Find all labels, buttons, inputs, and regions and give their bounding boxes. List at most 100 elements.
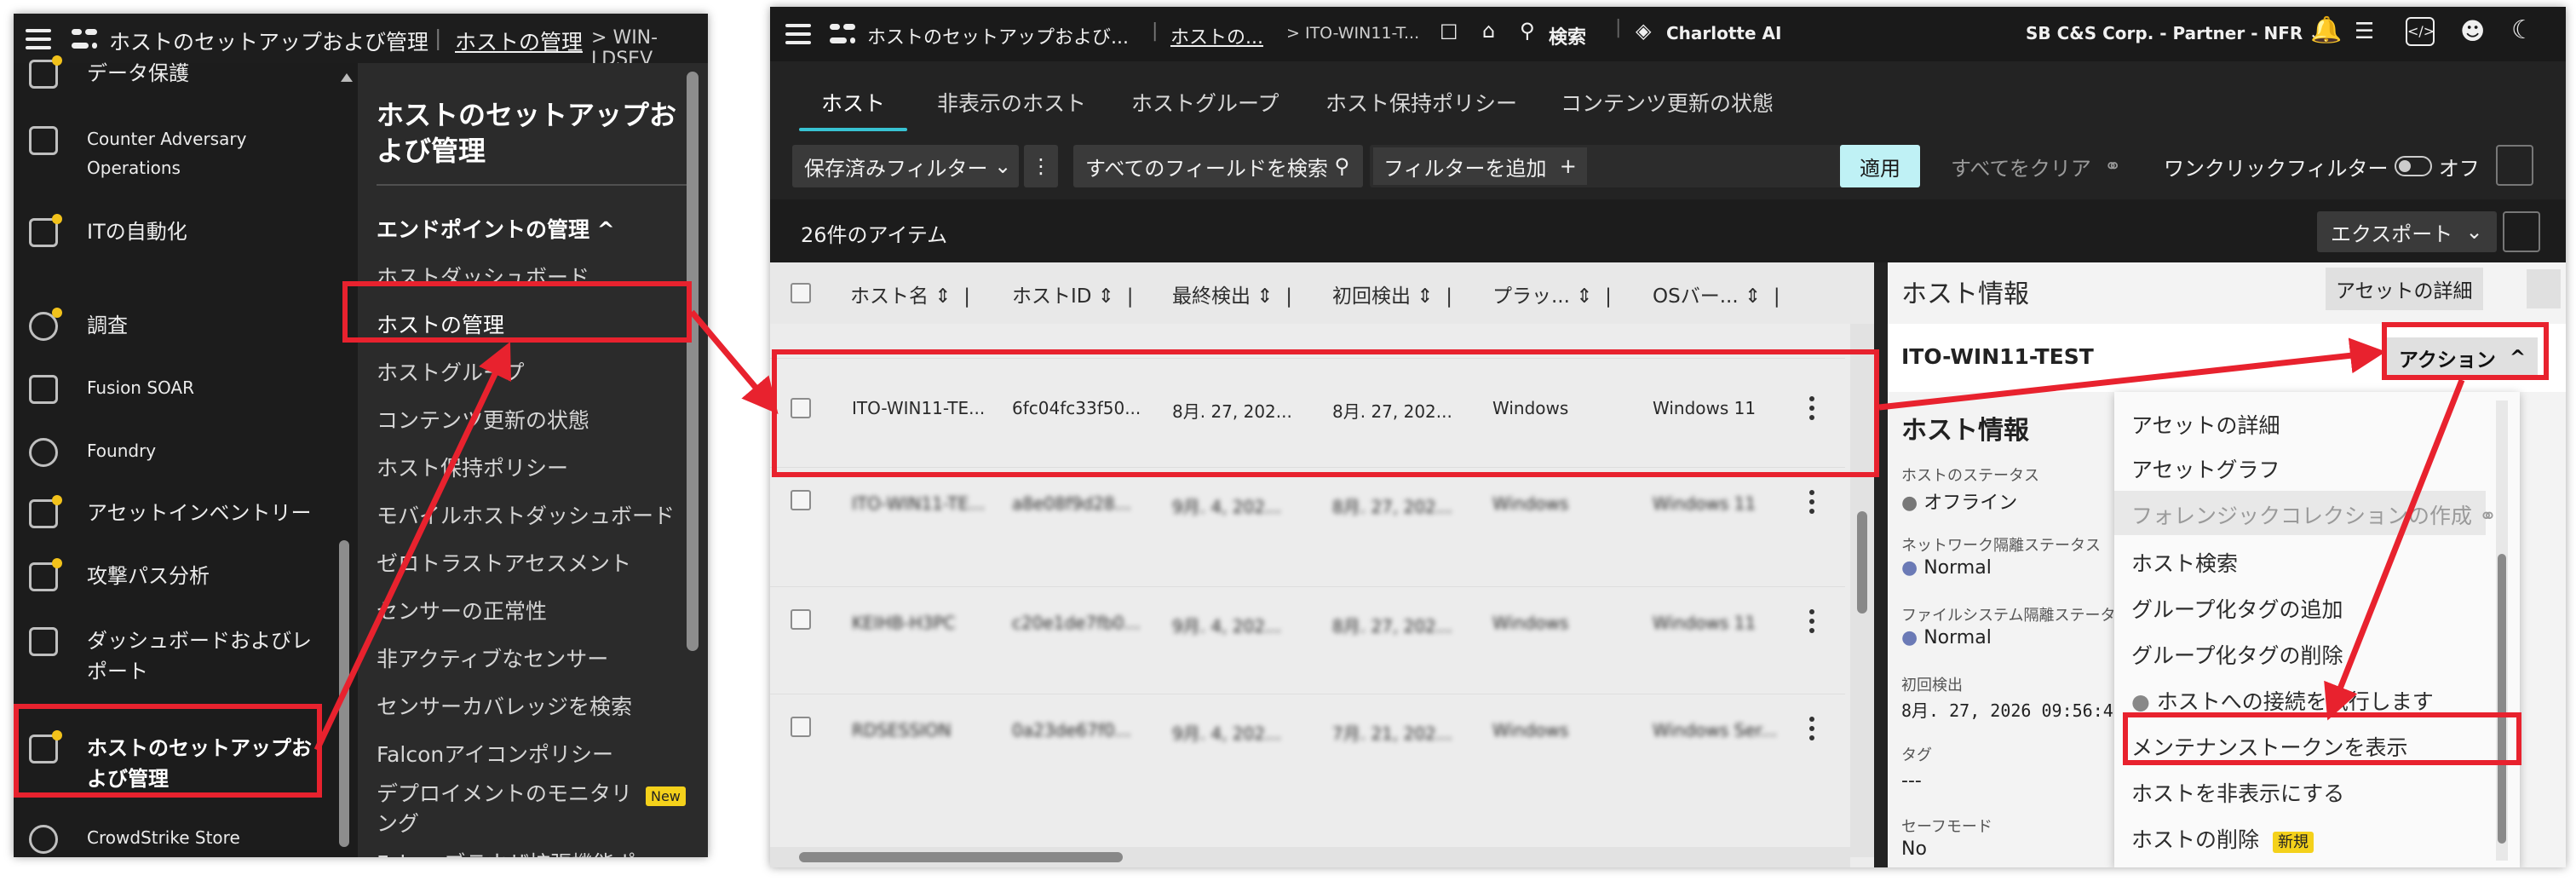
one-click-filter-toggle[interactable]: ワンクリックフィルター オフ (2152, 145, 2492, 187)
plus-icon: + (1559, 154, 1577, 178)
nav-item-counter-adversary[interactable]: Counter Adversary Operations (29, 124, 327, 189)
sub-item-sensor-coverage[interactable]: センサーカバレッジを検索 (377, 690, 632, 721)
table-horizontal-scrollbar[interactable] (770, 847, 1850, 867)
charlotte-ai-icon[interactable]: ◈ (1636, 19, 1651, 43)
menu-scrollbar[interactable] (2496, 400, 2508, 861)
menu-add-grouping-tag[interactable]: グループ化タグの追加 (2131, 593, 2343, 624)
row-checkbox[interactable] (791, 609, 811, 630)
row-actions-icon[interactable] (1809, 717, 1814, 745)
app-title: ホストのセットアップおよび管理 (109, 30, 429, 55)
sub-item-browser-extension[interactable]: Falconブラウザ拡張機能ポ (377, 847, 635, 857)
menu-delete-host[interactable]: ホストの削除 新規 (2131, 823, 2314, 854)
breadcrumb-link[interactable]: ホストの... (1170, 22, 1263, 49)
add-filter-button[interactable]: フィルターを追加 + (1370, 145, 1847, 187)
investigate-icon (29, 308, 62, 341)
search-all-fields-input[interactable]: すべてのフィールドを検索 ⚲ (1073, 145, 1363, 187)
menu-hide-host[interactable]: ホストを非表示にする (2131, 777, 2344, 808)
workspaces-icon[interactable]: ☰ (2355, 19, 2374, 44)
sub-item-host-management[interactable]: ホストの管理 (377, 308, 504, 339)
row-actions-icon[interactable] (1809, 396, 1814, 424)
row-checkbox[interactable] (791, 398, 811, 418)
scroll-up-icon[interactable] (341, 73, 353, 82)
row-actions-icon[interactable] (1809, 490, 1814, 518)
filesystem-containment-status: ● Normal (1901, 627, 1992, 648)
sub-item-mobile-dashboard[interactable]: モバイルホストダッシュボード (377, 499, 675, 530)
asset-details-button[interactable]: アセットの詳細 (2326, 268, 2483, 310)
clear-all-button[interactable]: すべてをクリア ⚭ (1939, 145, 2133, 187)
hamburger-menu-icon[interactable] (26, 29, 51, 49)
dark-mode-icon[interactable]: ☾ (2511, 15, 2534, 45)
sub-nav-scroll-thumb[interactable] (687, 72, 699, 651)
table-row[interactable]: ITO-WIN11-TE... 6fc04fc33f50... 8月. 27, … (770, 358, 1845, 460)
sub-item-host-dashboard[interactable]: ホストダッシュボード (377, 261, 589, 291)
table-row[interactable]: RDSESSION 0a23de67f0... 9月. 4, 202... 7月… (770, 694, 1845, 813)
dashboard-icon (29, 627, 58, 656)
saved-filters-dropdown[interactable]: 保存済みフィルター ⌄ (792, 145, 1019, 187)
tab-bar: ホスト 非表示のホスト ホストグループ ホスト保持ポリシー コンテンツ更新の状態 (770, 61, 2566, 131)
tab-hosts[interactable]: ホスト (798, 87, 908, 131)
hamburger-menu-icon[interactable] (785, 24, 811, 44)
home-icon[interactable]: ⌂ (1482, 19, 1495, 43)
row-checkbox[interactable] (791, 490, 811, 510)
section-endpoint-management[interactable]: エンドポイントの管理 ^ (377, 213, 615, 244)
column-header-last-seen[interactable]: 最終検出 ⇕ | (1172, 279, 1292, 308)
more-options-icon[interactable]: ⋮ (1024, 145, 1058, 187)
host-name: ITO-WIN11-TEST (1901, 344, 2094, 369)
table-hscroll-thumb[interactable] (799, 852, 1123, 862)
collapse-filters-icon[interactable] (2496, 145, 2533, 186)
apply-button[interactable]: 適用 (1840, 145, 1920, 187)
menu-asset-details[interactable]: アセットの詳細 (2131, 409, 2280, 440)
column-header-platform[interactable]: プラッ... ⇕ | (1492, 279, 1612, 308)
tab-host-groups[interactable]: ホストグループ (1131, 87, 1279, 118)
sub-item-inactive-sensors[interactable]: 非アクティブなセンサー (377, 642, 608, 673)
table-row[interactable]: KEIHB-H3PC c20e1de7fb0... 9月. 4, 202... … (770, 586, 1845, 694)
charlotte-ai-label[interactable]: Charlotte AI (1666, 23, 1781, 43)
bookmark-icon[interactable]: ☐ (1440, 20, 1458, 44)
nav-scroll-thumb[interactable] (339, 540, 349, 847)
user-icon[interactable]: ☻ (2460, 17, 2485, 45)
sub-item-host-groups[interactable]: ホストグループ (377, 356, 525, 387)
table-scroll-thumb[interactable] (1857, 511, 1867, 614)
account-switcher[interactable]: SB C&S Corp. - Partner - NFR ⌄ (2026, 23, 2323, 43)
row-checkbox[interactable] (791, 717, 811, 737)
sub-item-sensor-health[interactable]: センサーの正常性 (377, 595, 547, 625)
chevron-down-icon: ⌄ (994, 154, 1012, 178)
menu-host-search[interactable]: ホスト検索 (2131, 547, 2238, 578)
sub-item-zero-trust[interactable]: ゼロトラストアセスメント (377, 547, 631, 578)
filter-bar: 保存済みフィルター ⌄ ⋮ すべてのフィールドを検索 ⚲ フィルターを追加 + … (770, 131, 2566, 199)
sub-item-deployment-monitoring[interactable]: デプロイメントのモニタリ New ング (377, 781, 686, 838)
menu-connect-to-host[interactable]: ● ホストへの接続を試行します (2131, 685, 2434, 716)
row-actions-icon[interactable] (1809, 609, 1814, 637)
select-all-checkbox[interactable] (791, 283, 811, 303)
search-icon[interactable]: ⚲ (1520, 19, 1535, 43)
menu-show-maintenance-token[interactable]: メンテナンストークンを表示 (2131, 731, 2408, 762)
nav-scrollbar[interactable] (331, 63, 358, 857)
close-panel-icon[interactable] (2527, 269, 2561, 308)
sub-item-falcon-icon-policy[interactable]: Falconアイコンポリシー (377, 738, 613, 769)
toggle-switch[interactable] (2395, 156, 2433, 176)
menu-asset-graph[interactable]: アセットグラフ (2131, 453, 2280, 484)
menu-scroll-thumb[interactable] (2498, 554, 2506, 844)
menu-remove-grouping-tag[interactable]: グループ化タグの削除 (2131, 639, 2343, 670)
export-button[interactable]: エクスポート ⌄ (2317, 211, 2497, 252)
sub-item-host-retention[interactable]: ホスト保持ポリシー (377, 452, 568, 482)
breadcrumb-link[interactable]: ホストの管理 (455, 26, 583, 56)
sub-item-content-update[interactable]: コンテンツ更新の状態 (377, 404, 589, 435)
tab-hidden-hosts[interactable]: 非表示のホスト (937, 87, 1086, 118)
tab-host-retention[interactable]: ホスト保持ポリシー (1325, 87, 1517, 118)
developer-icon[interactable]: </> (2406, 17, 2435, 46)
chevron-up-icon: ^ (596, 217, 615, 242)
columns-icon[interactable] (2503, 211, 2540, 252)
notification-bell-icon[interactable]: 🔔 (2310, 15, 2342, 45)
actions-dropdown-button[interactable]: アクション ^ (2387, 337, 2539, 378)
column-header-first-seen[interactable]: 初回検出 ⇕ | (1332, 279, 1452, 308)
new-badge: New (645, 786, 686, 806)
tab-content-update[interactable]: コンテンツ更新の状態 (1561, 87, 1774, 118)
search-label[interactable]: 検索 (1549, 22, 1586, 49)
column-header-hostname[interactable]: ホスト名 ⇕ | (850, 279, 970, 308)
list-header: 26件のアイテム エクスポート ⌄ (770, 199, 2566, 262)
table-vertical-scrollbar[interactable] (1850, 324, 1874, 857)
column-header-host-id[interactable]: ホストID ⇕ | (1012, 279, 1133, 308)
table-row[interactable]: ITO-WIN11-TE... a8e08f9d28... 9月. 4, 202… (770, 467, 1845, 586)
column-header-os-version[interactable]: OSバー... ⇕ | (1653, 279, 1780, 308)
